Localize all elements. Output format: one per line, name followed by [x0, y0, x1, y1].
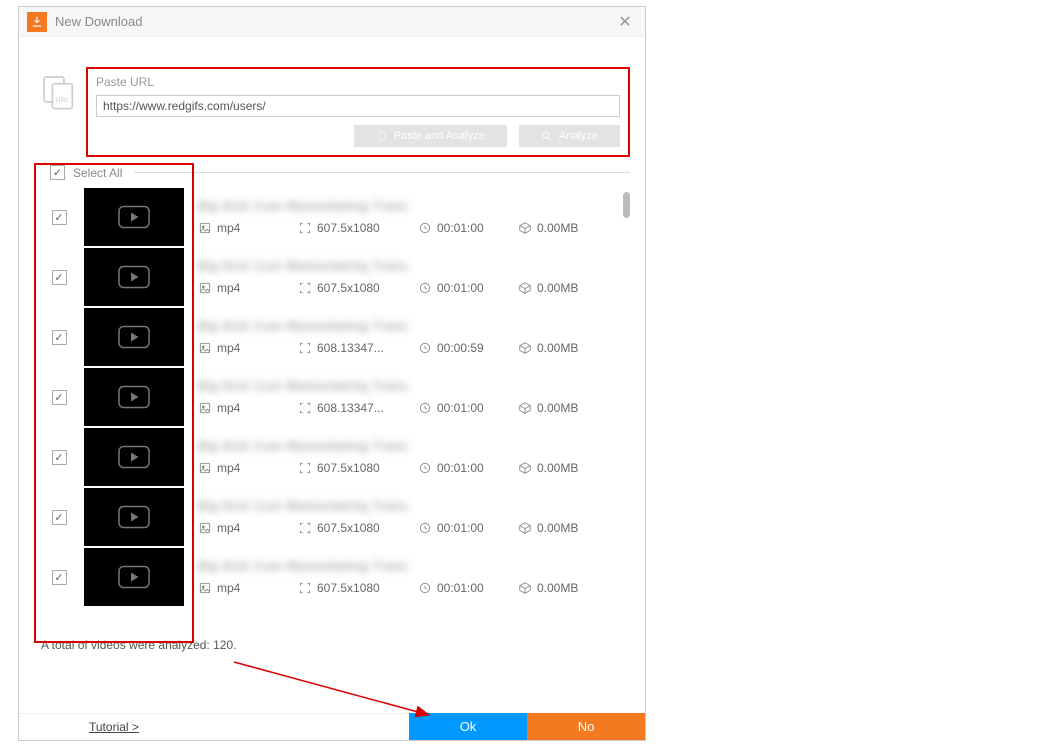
resolution-label: 607.5x1080	[298, 581, 398, 595]
video-item: Big Dick Cum Masturbating Trans mp4 607.5x…	[34, 248, 620, 306]
video-thumbnail[interactable]	[84, 368, 184, 426]
video-item: Big Dick Cum Masturbating Trans mp4 608.13…	[34, 368, 620, 426]
no-button[interactable]: No	[527, 713, 645, 740]
resolution-label: 608.13347...	[298, 401, 398, 415]
filesize-label: 0.00MB	[518, 521, 598, 535]
duration-label: 00:01:00	[418, 221, 498, 235]
close-icon[interactable]: ✕	[613, 10, 637, 34]
format-label: mp4	[198, 281, 278, 295]
app-download-icon	[27, 12, 47, 32]
url-legend: Paste URL	[96, 75, 620, 89]
filesize-label: 0.00MB	[518, 581, 598, 595]
video-thumbnail[interactable]	[84, 488, 184, 546]
video-title: Big Dick Cum Masturbating Trans	[198, 259, 620, 273]
video-thumbnail[interactable]	[84, 188, 184, 246]
resolution-label: 607.5x1080	[298, 521, 398, 535]
filesize-label: 0.00MB	[518, 281, 598, 295]
paste-analyze-button[interactable]: Paste and Analyze	[354, 125, 507, 147]
duration-label: 00:01:00	[418, 281, 498, 295]
duration-label: 00:00:59	[418, 341, 498, 355]
video-item: Big Dick Cum Masturbating Trans mp4 608.13…	[34, 308, 620, 366]
video-title: Big Dick Cum Masturbating Trans	[198, 199, 620, 213]
resolution-label: 607.5x1080	[298, 221, 398, 235]
format-label: mp4	[198, 341, 278, 355]
video-list: Big Dick Cum Masturbating Trans mp4 607.5x…	[34, 188, 630, 630]
video-title: Big Dick Cum Masturbating Trans	[198, 559, 620, 573]
paste-url-icon: URL	[34, 67, 84, 117]
format-label: mp4	[198, 581, 278, 595]
item-checkbox[interactable]	[52, 210, 67, 225]
format-label: mp4	[198, 521, 278, 535]
resolution-label: 608.13347...	[298, 341, 398, 355]
duration-label: 00:01:00	[418, 461, 498, 475]
url-fieldset: Paste URL Paste and Analyze Analyze	[86, 67, 630, 157]
format-label: mp4	[198, 401, 278, 415]
filesize-label: 0.00MB	[518, 461, 598, 475]
item-checkbox[interactable]	[52, 330, 67, 345]
item-checkbox[interactable]	[52, 390, 67, 405]
search-icon	[541, 130, 553, 142]
video-item: Big Dick Cum Masturbating Trans mp4 607.5x…	[34, 548, 620, 606]
tutorial-link[interactable]: Tutorial >	[19, 713, 379, 740]
ok-button[interactable]: Ok	[409, 713, 527, 740]
window-title: New Download	[55, 14, 613, 29]
resolution-label: 607.5x1080	[298, 461, 398, 475]
video-thumbnail[interactable]	[84, 428, 184, 486]
video-title: Big Dick Cum Masturbating Trans	[198, 379, 620, 393]
video-thumbnail[interactable]	[84, 308, 184, 366]
video-title: Big Dick Cum Masturbating Trans	[198, 499, 620, 513]
video-thumbnail[interactable]	[84, 248, 184, 306]
video-item: Big Dick Cum Masturbating Trans mp4 607.5x…	[34, 188, 620, 246]
titlebar: New Download ✕	[19, 7, 645, 37]
video-item: Big Dick Cum Masturbating Trans mp4 607.5x…	[34, 428, 620, 486]
video-thumbnail[interactable]	[84, 548, 184, 606]
format-label: mp4	[198, 461, 278, 475]
url-input[interactable]	[96, 95, 620, 117]
item-checkbox[interactable]	[52, 570, 67, 585]
scrollbar-thumb[interactable]	[623, 192, 630, 218]
clipboard-icon	[376, 130, 388, 142]
total-analyzed-text: A total of videos were analyzed: 120.	[41, 638, 645, 652]
video-title: Big Dick Cum Masturbating Trans	[198, 439, 620, 453]
item-checkbox[interactable]	[52, 510, 67, 525]
video-title: Big Dick Cum Masturbating Trans	[198, 319, 620, 333]
svg-text:URL: URL	[56, 97, 70, 104]
filesize-label: 0.00MB	[518, 341, 598, 355]
format-label: mp4	[198, 221, 278, 235]
duration-label: 00:01:00	[418, 581, 498, 595]
duration-label: 00:01:00	[418, 401, 498, 415]
resolution-label: 607.5x1080	[298, 281, 398, 295]
duration-label: 00:01:00	[418, 521, 498, 535]
filesize-label: 0.00MB	[518, 221, 598, 235]
analyze-button[interactable]: Analyze	[519, 125, 620, 147]
new-download-dialog: New Download ✕ URL Paste URL Paste and A…	[18, 6, 646, 741]
footer: Tutorial > Ok No	[19, 713, 645, 740]
video-item: Big Dick Cum Masturbating Trans mp4 607.5x…	[34, 488, 620, 546]
select-all-checkbox[interactable]	[50, 165, 65, 180]
item-checkbox[interactable]	[52, 450, 67, 465]
select-all-label: Select All	[73, 166, 122, 180]
item-checkbox[interactable]	[52, 270, 67, 285]
filesize-label: 0.00MB	[518, 401, 598, 415]
